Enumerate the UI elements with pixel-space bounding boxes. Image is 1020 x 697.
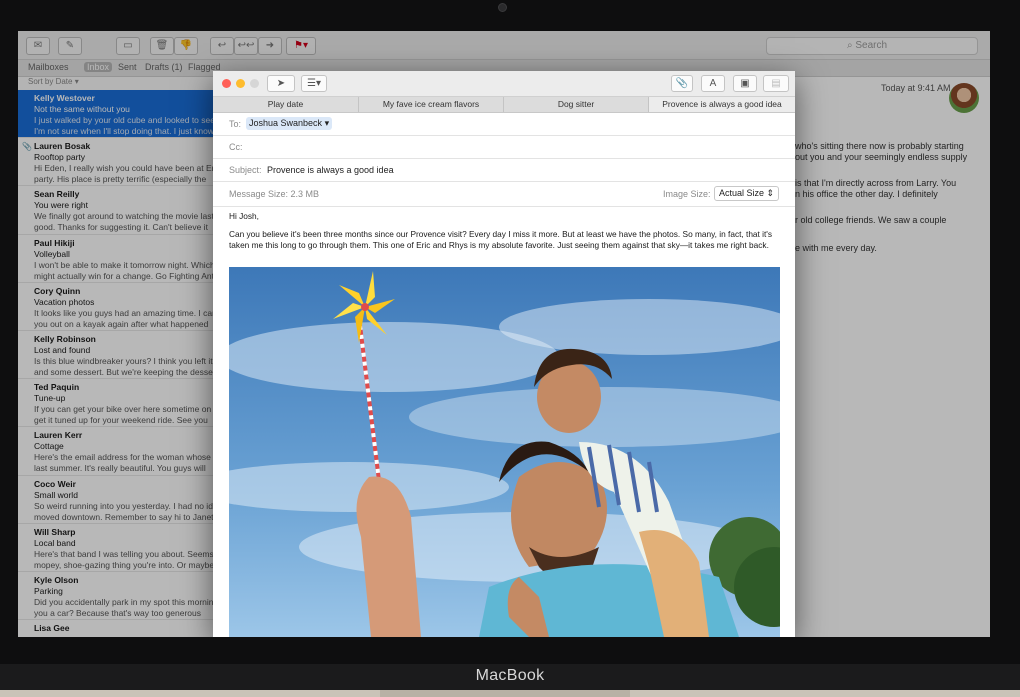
stationery-icon: ▤ — [771, 78, 781, 89]
send-button[interactable]: ➤ — [267, 75, 295, 92]
subject-value: Provence is always a good idea — [267, 165, 394, 175]
brand-label: MacBook — [475, 667, 545, 684]
lid-notch — [380, 690, 630, 697]
attach-button[interactable]: 📎 — [671, 75, 693, 92]
laptop-chin: MacBook — [0, 664, 1020, 690]
attached-photo[interactable] — [229, 267, 780, 637]
image-size-select[interactable]: Actual Size ⇕ — [714, 186, 780, 201]
photo-icon: ▣ — [740, 78, 750, 89]
tab-play-date[interactable]: Play date — [213, 97, 359, 112]
screen-bezel: ✉ ✎ ▭ 🗑 👎 ↩ ↩↩ ➜ ⚑▾ ⌕ Search Mailboxes I… — [0, 0, 1020, 664]
message-size: Message Size: 2.3 MB — [229, 189, 320, 199]
stationery-button[interactable]: ▤ — [763, 75, 789, 92]
paperclip-icon: 📎 — [675, 78, 689, 89]
send-icon: ➤ — [276, 78, 286, 89]
header-fields-button[interactable]: ☰▾ — [301, 75, 327, 92]
laptop-base — [0, 690, 1020, 697]
greeting[interactable]: Hi Josh, — [229, 211, 779, 223]
size-bar: Message Size: 2.3 MB Image Size: Actual … — [213, 182, 795, 207]
image-size-label: Image Size: — [663, 189, 711, 199]
stepper-icon: ⇕ — [766, 188, 775, 198]
photo-image — [229, 267, 780, 637]
subject-field[interactable]: Subject: Provence is always a good idea — [213, 159, 795, 182]
recipient-token[interactable]: Joshua Swanbeck ▾ — [246, 117, 333, 130]
tab-dog-sitter[interactable]: Dog sitter — [504, 97, 649, 112]
compose-titlebar: ➤ ☰▾ 📎 A ▣ ▤ — [213, 71, 795, 97]
close-button[interactable] — [222, 79, 231, 88]
zoom-button[interactable] — [250, 79, 259, 88]
format-button[interactable]: A — [701, 75, 725, 92]
screen: ✉ ✎ ▭ 🗑 👎 ↩ ↩↩ ➜ ⚑▾ ⌕ Search Mailboxes I… — [18, 31, 990, 637]
to-label: To: — [229, 119, 242, 129]
photo-browser-button[interactable]: ▣ — [733, 75, 757, 92]
compose-tabs: Play date My fave ice cream flavors Dog … — [213, 97, 795, 113]
subject-label: Subject: — [229, 165, 262, 175]
cc-field[interactable]: Cc: — [213, 136, 795, 159]
list-icon: ☰▾ — [307, 78, 321, 89]
chevron-down-icon: ▾ — [324, 118, 330, 128]
minimize-button[interactable] — [236, 79, 245, 88]
to-field[interactable]: To: Joshua Swanbeck ▾ — [213, 113, 795, 136]
camera-icon — [498, 3, 507, 12]
cc-label: Cc: — [229, 142, 243, 152]
tab-provence[interactable]: Provence is always a good idea — [649, 97, 795, 112]
compose-window: ➤ ☰▾ 📎 A ▣ ▤ Play date My fave ice cream… — [213, 71, 795, 637]
body-line-2[interactable]: taken me this long to go through them. T… — [229, 240, 779, 252]
font-icon: A — [709, 78, 717, 89]
body-line-1[interactable]: Can you believe it's been three months s… — [229, 229, 779, 241]
tab-ice-cream[interactable]: My fave ice cream flavors — [359, 97, 504, 112]
